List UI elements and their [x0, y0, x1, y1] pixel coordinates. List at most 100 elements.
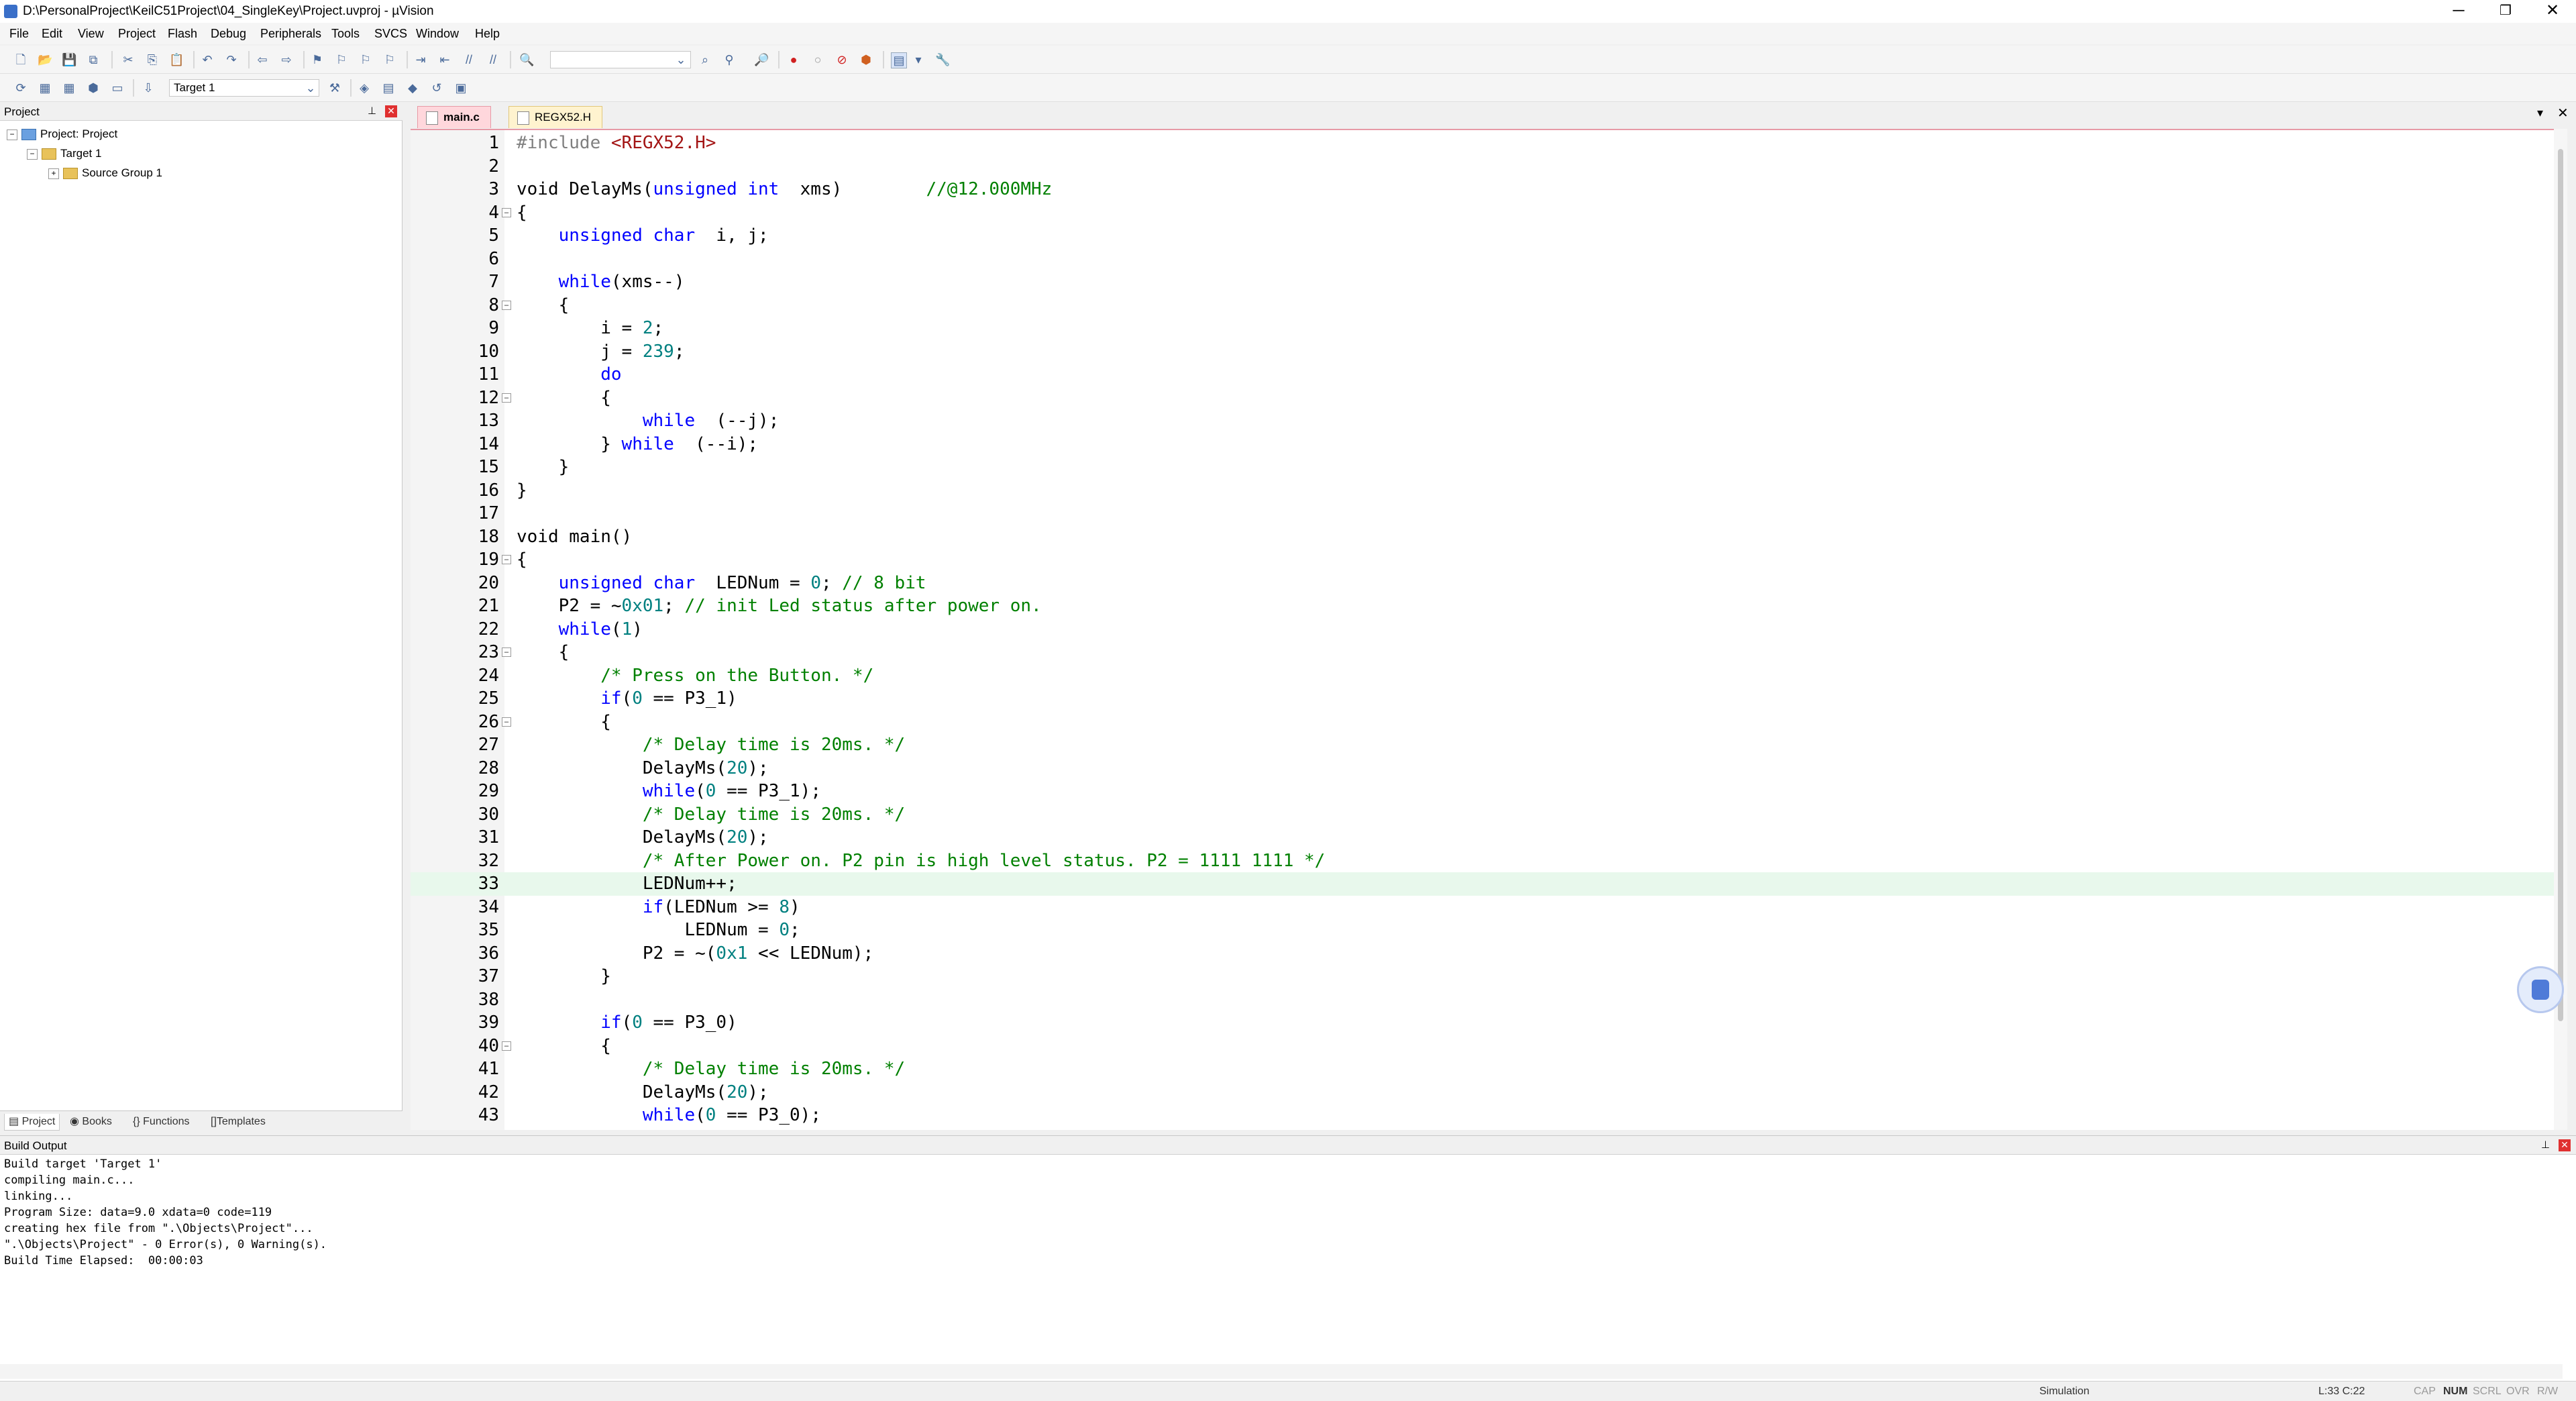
maximize-button[interactable]: ❐ — [2482, 0, 2529, 23]
fold-toggle-icon[interactable]: − — [502, 300, 511, 310]
chevron-down-icon[interactable]: ⌄ — [674, 52, 688, 67]
code-line[interactable]: 26− { — [411, 711, 2554, 734]
build-icon[interactable]: ▦ — [38, 81, 52, 95]
code-line[interactable]: 36 P2 = ~(0x1 << LEDNum); — [411, 942, 2554, 966]
tab-main-c[interactable]: main.c — [417, 106, 491, 128]
code-line[interactable]: 17 — [411, 502, 2554, 525]
tab-books[interactable]: ◉ Books — [66, 1114, 116, 1130]
translate-icon[interactable]: ⟳ — [13, 81, 28, 95]
menu-file[interactable]: File — [9, 27, 29, 41]
code-line[interactable]: 16} — [411, 479, 2554, 503]
code-line[interactable]: 14 } while (--i); — [411, 433, 2554, 456]
code-line[interactable]: 13 while (--j); — [411, 409, 2554, 433]
scroll-thumb[interactable] — [2558, 149, 2563, 1021]
new-file-icon[interactable]: 🗋 — [13, 52, 28, 67]
code-line[interactable]: 5 unsigned char i, j; — [411, 224, 2554, 248]
tree-item-project[interactable]: − Project: Project — [7, 125, 117, 144]
build-output-horizontal-scrollbar[interactable] — [0, 1364, 2563, 1379]
tab-project[interactable]: ▤ Project — [4, 1114, 60, 1131]
code-line[interactable]: 4−{ — [411, 201, 2554, 225]
copy-icon[interactable]: ⎘ — [145, 52, 160, 67]
menu-flash[interactable]: Flash — [168, 27, 197, 41]
batch-build-icon[interactable]: ⬢ — [86, 81, 101, 95]
code-line[interactable]: 33 LEDNum++; — [411, 872, 2554, 896]
undo-icon[interactable]: ↶ — [200, 52, 215, 67]
code-line[interactable]: 21 P2 = ~0x01; // init Led status after … — [411, 594, 2554, 618]
stop-build-icon[interactable]: ▭ — [110, 81, 125, 95]
code-line[interactable]: 42 DelayMs(20); — [411, 1081, 2554, 1104]
menu-view[interactable]: View — [78, 27, 104, 41]
file-extensions-icon[interactable]: ▤ — [381, 81, 396, 95]
debug-session-icon[interactable]: 🔎 — [754, 52, 769, 67]
minimize-button[interactable]: ─ — [2435, 0, 2482, 23]
code-line[interactable]: 31 DelayMs(20); — [411, 826, 2554, 849]
next-bookmark-icon[interactable]: ⚐ — [358, 52, 373, 67]
code-line[interactable]: 20 unsigned char LEDNum = 0; // 8 bit — [411, 572, 2554, 595]
find-icon[interactable]: ⌕ — [698, 52, 712, 67]
manage-rte-icon[interactable]: ↺ — [429, 81, 444, 95]
code-editor[interactable]: 1 #include <REGX52.H> 2 3 void DelayMs(unsig… — [411, 129, 2554, 1130]
code-line[interactable]: 24 /* Press on the Button. */ — [411, 664, 2554, 688]
code-line[interactable]: 10 j = 239; — [411, 340, 2554, 364]
pin-icon[interactable]: ⊥ — [368, 105, 376, 117]
code-line[interactable]: 11 do — [411, 363, 2554, 386]
code-line[interactable]: 39 if(0 == P3_0) — [411, 1011, 2554, 1035]
tree-item-source-group[interactable]: + Source Group 1 — [48, 164, 162, 183]
indent-icon[interactable]: ⇥ — [413, 52, 428, 67]
code-line[interactable]: 38 — [411, 988, 2554, 1012]
code-line[interactable]: 18 void main() — [411, 525, 2554, 549]
download-icon[interactable]: ⇩ — [141, 81, 156, 95]
find-in-files-icon[interactable]: 🔍 — [519, 52, 534, 67]
menu-peripherals[interactable]: Peripherals — [260, 27, 321, 41]
menu-window[interactable]: Window — [416, 27, 459, 41]
target-select[interactable]: Target 1 — [169, 79, 319, 97]
code-line[interactable]: 1 #include <REGX52.H> — [411, 132, 2554, 155]
fold-toggle-icon[interactable]: − — [502, 647, 511, 657]
fold-toggle-icon[interactable]: − — [502, 1041, 511, 1051]
nav-forward-icon[interactable]: ⇨ — [279, 52, 294, 67]
chevron-down-icon[interactable]: ▾ — [2537, 106, 2543, 120]
disable-breakpoint-icon[interactable]: ○ — [810, 52, 825, 67]
code-line[interactable]: 43 while(0 == P3_0); — [411, 1104, 2554, 1127]
fold-toggle-icon[interactable]: − — [502, 393, 511, 403]
fold-toggle-icon[interactable]: − — [502, 555, 511, 564]
pin-icon[interactable]: ⊥ — [2541, 1139, 2550, 1151]
select-packs-icon[interactable]: ◆ — [405, 81, 420, 95]
code-line[interactable]: 22 while(1) — [411, 618, 2554, 641]
fold-toggle-icon[interactable]: − — [502, 717, 511, 727]
code-line[interactable]: 40− { — [411, 1035, 2554, 1058]
code-line[interactable]: 7 while(xms--) — [411, 270, 2554, 294]
chevron-down-icon[interactable]: ⌄ — [303, 81, 318, 95]
kill-breakpoints-icon[interactable]: ⬢ — [859, 52, 873, 67]
breakpoint-icon[interactable]: ● — [786, 52, 801, 67]
code-line[interactable]: 30 /* Delay time is 20ms. */ — [411, 803, 2554, 827]
code-line[interactable]: 23− { — [411, 641, 2554, 664]
code-line[interactable]: 25 if(0 == P3_1) — [411, 687, 2554, 711]
tab-functions[interactable]: {} Functions — [129, 1114, 194, 1130]
code-line[interactable]: 2 — [411, 155, 2554, 178]
configure-icon[interactable]: 🔧 — [935, 52, 950, 67]
menu-debug[interactable]: Debug — [211, 27, 246, 41]
code-line[interactable]: 3 void DelayMs(unsigned int xms) //@12.00… — [411, 178, 2554, 201]
redo-icon[interactable]: ↷ — [224, 52, 239, 67]
code-line[interactable]: 29 while(0 == P3_1); — [411, 780, 2554, 803]
code-line[interactable]: 37 } — [411, 965, 2554, 988]
menu-svcs[interactable]: SVCS — [374, 27, 407, 41]
code-line[interactable]: 28 DelayMs(20); — [411, 757, 2554, 780]
window-layout-icon[interactable]: ▤ — [891, 52, 907, 68]
code-line[interactable]: 15 } — [411, 456, 2554, 479]
menu-tools[interactable]: Tools — [331, 27, 360, 41]
save-icon[interactable]: 💾 — [62, 52, 76, 67]
tab-templates[interactable]: []Templates — [207, 1114, 270, 1130]
code-line[interactable]: 12− { — [411, 386, 2554, 410]
open-file-icon[interactable]: 📂 — [38, 52, 52, 67]
nav-back-icon[interactable]: ⇦ — [255, 52, 270, 67]
bookmark-icon[interactable]: ⚑ — [310, 52, 325, 67]
close-icon[interactable]: ✕ — [2559, 1139, 2571, 1151]
cut-icon[interactable]: ✂ — [121, 52, 136, 67]
incremental-find-icon[interactable]: ⚲ — [722, 52, 737, 67]
chevron-down-icon[interactable]: ▾ — [911, 52, 926, 67]
tree-item-target[interactable]: − Target 1 — [27, 144, 101, 163]
target-options-icon[interactable]: ⚒ — [327, 81, 342, 95]
close-button[interactable]: ✕ — [2529, 0, 2576, 23]
